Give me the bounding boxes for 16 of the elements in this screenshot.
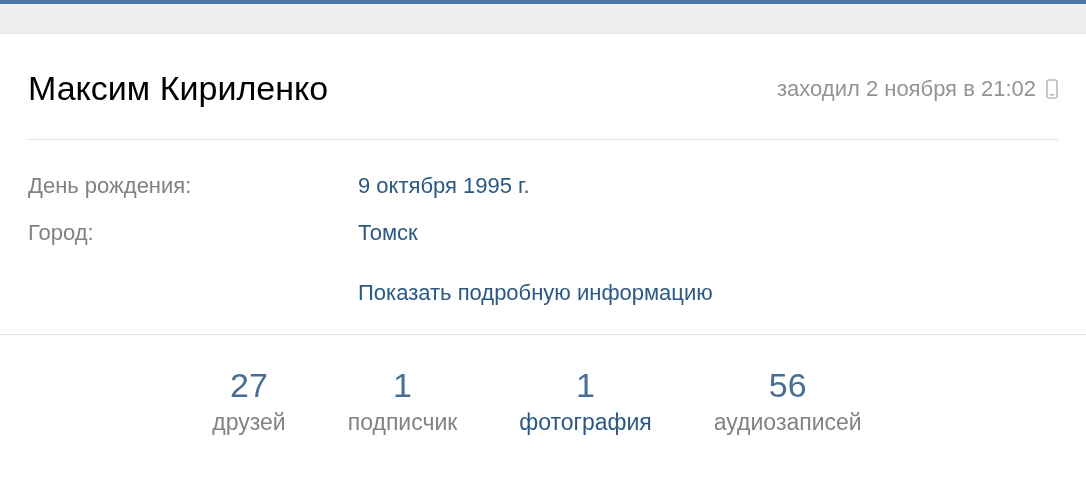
info-value[interactable]: Томск [358, 219, 418, 246]
counter-number[interactable]: 1 [393, 365, 412, 405]
counter-number[interactable]: 1 [576, 365, 596, 405]
last-seen: заходил 2 ноября в 21:02 [777, 75, 1036, 102]
phone-icon [1046, 78, 1058, 99]
counter-label[interactable]: друзей [212, 405, 286, 439]
profile-name: Максим Кириленко [28, 69, 329, 108]
counter-label[interactable]: фотография [519, 405, 652, 439]
info-value[interactable]: 9 октября 1995 г. [358, 172, 530, 199]
show-details-link[interactable]: Показать подробную информацию [358, 280, 713, 305]
counter-number[interactable]: 27 [230, 365, 268, 405]
info-label: Город: [28, 219, 95, 246]
counter-label[interactable]: аудиозаписей [713, 405, 862, 439]
info-label: День рождения: [28, 172, 193, 199]
counter-label[interactable]: подписчик [347, 405, 458, 439]
counter-number[interactable]: 56 [768, 365, 807, 405]
